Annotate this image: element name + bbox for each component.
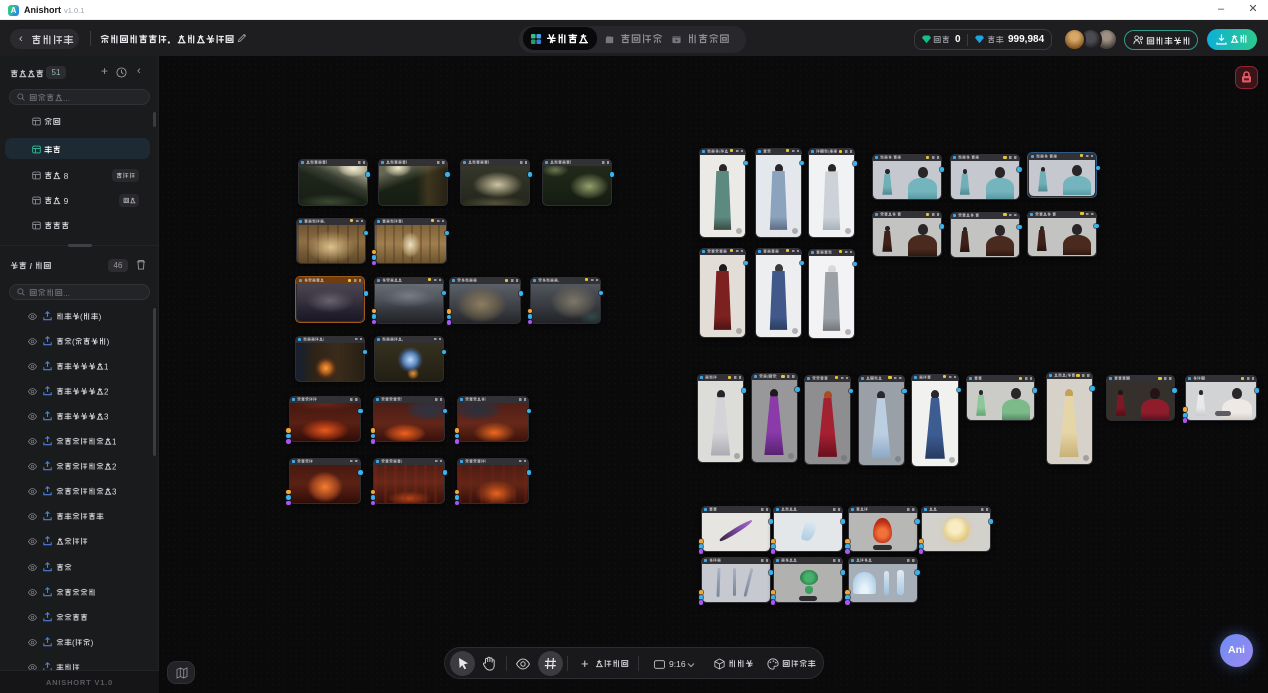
svg-text:/: / [30, 261, 33, 271]
svg-text:.: . [68, 93, 70, 103]
svg-text:2: 2 [104, 387, 108, 396]
svg-text:): ) [99, 312, 102, 321]
svg-text:3: 3 [104, 412, 108, 421]
svg-text:(: ( [72, 638, 75, 647]
svg-text:(: ( [1065, 373, 1067, 378]
svg-text:): ) [91, 638, 94, 647]
svg-text:.: . [68, 288, 70, 298]
svg-text:(: ( [828, 149, 830, 154]
svg-text:3: 3 [112, 488, 116, 497]
svg-text:2: 2 [112, 463, 116, 472]
svg-text:(: ( [80, 312, 83, 321]
svg-text:): ) [776, 374, 777, 379]
svg-text:(: ( [72, 337, 75, 346]
svg-text:9: 9 [64, 196, 68, 206]
svg-text:8: 8 [64, 171, 68, 181]
svg-text:1: 1 [104, 362, 108, 371]
svg-text:1: 1 [112, 437, 116, 446]
svg-text:(: ( [719, 149, 721, 154]
svg-text:): ) [107, 337, 110, 346]
